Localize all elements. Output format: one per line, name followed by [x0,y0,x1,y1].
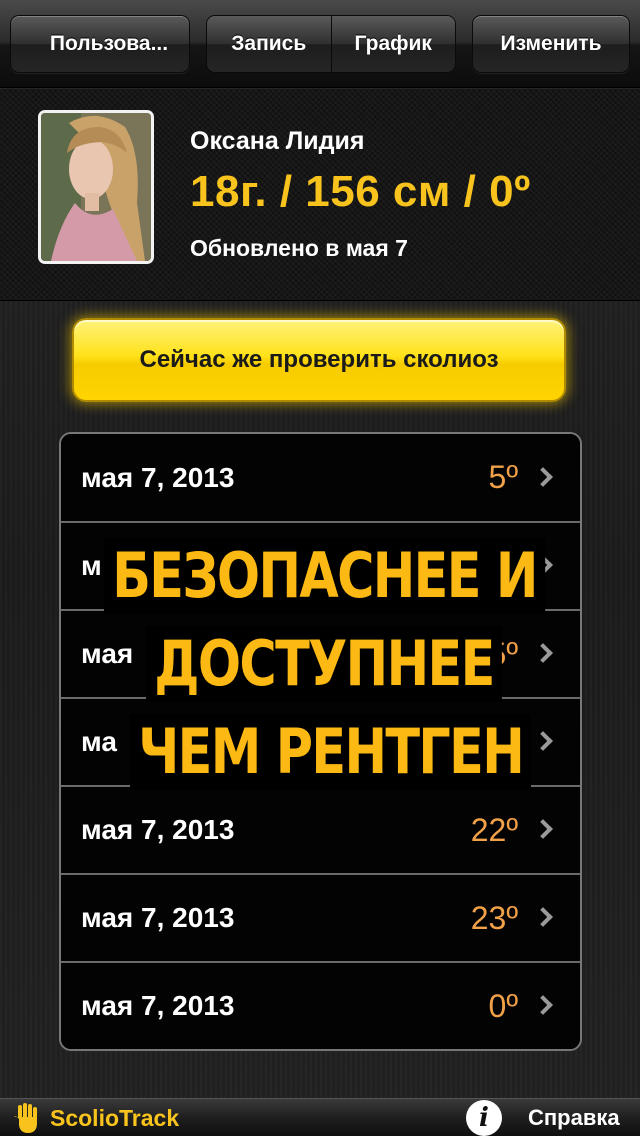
bottom-bar: ScolioTrack i Справка [0,1098,640,1136]
help-button[interactable]: Справка [528,1105,620,1131]
graph-tab[interactable]: График [330,16,455,72]
measurement-history-list: мая 7, 2013 5º м мая 5º ма мая 7, 2013 2… [59,432,582,1051]
chevron-right-icon [533,995,553,1015]
row-angle: 5º [488,635,518,672]
avatar-photo [41,113,151,261]
row-angle: 23º [470,899,518,936]
user-stats: 18г. / 156 см / 0º [190,167,531,216]
history-row[interactable]: мая 5º [61,609,580,697]
back-button-label: Пользова... [49,32,169,55]
row-date: мая 7, 2013 [81,461,235,493]
brand-name: ScolioTrack [50,1105,180,1131]
hand-logo-icon [14,1103,37,1133]
history-row[interactable]: м [61,521,580,609]
history-row[interactable]: мая 7, 2013 5º [61,434,580,521]
history-row[interactable]: мая 7, 2013 23º [61,873,580,961]
chevron-right-icon [533,907,553,927]
top-navigation-bar: Пользова... Запись График Изменить [0,0,640,88]
history-row[interactable]: мая 7, 2013 22º [61,785,580,873]
chevron-right-icon [533,643,553,663]
row-angle: 0º [488,987,518,1024]
row-date: мая 7, 2013 [81,902,235,933]
info-icon[interactable]: i [466,1100,502,1136]
row-date: мая 7, 2013 [81,814,235,845]
chevron-right-icon [533,466,553,487]
profile-header: Оксана Лидия 18г. / 156 см / 0º Обновлен… [0,89,640,301]
check-scoliosis-label: Сейчас же проверить сколиоз [139,346,499,373]
record-tab[interactable]: Запись [207,16,331,72]
chevron-right-icon [533,555,553,575]
history-row[interactable]: мая 7, 2013 0º [61,961,580,1049]
user-name: Оксана Лидия [190,127,365,155]
chevron-right-icon [533,819,553,839]
edit-button-label: Изменить [500,32,602,55]
row-date: мая 7, 2013 [81,990,235,1021]
row-date: мая [81,638,134,669]
chevron-right-icon [533,731,553,751]
last-updated: Обновлено в мая 7 [190,235,408,261]
app-screen: Пользова... Запись График Изменить Оксан… [0,0,640,1136]
row-date: ма [81,726,117,757]
segmented-control: Запись График [206,15,456,73]
history-row[interactable]: ма [61,697,580,785]
row-angle: 22º [470,811,518,848]
edit-button[interactable]: Изменить [472,15,630,73]
record-tab-label: Запись [231,32,307,55]
row-angle: 5º [488,459,518,495]
back-button[interactable]: Пользова... [10,15,190,73]
graph-tab-label: График [354,32,432,55]
row-date: м [81,550,102,581]
check-scoliosis-button[interactable]: Сейчас же проверить сколиоз [72,318,566,402]
avatar[interactable] [38,110,154,264]
